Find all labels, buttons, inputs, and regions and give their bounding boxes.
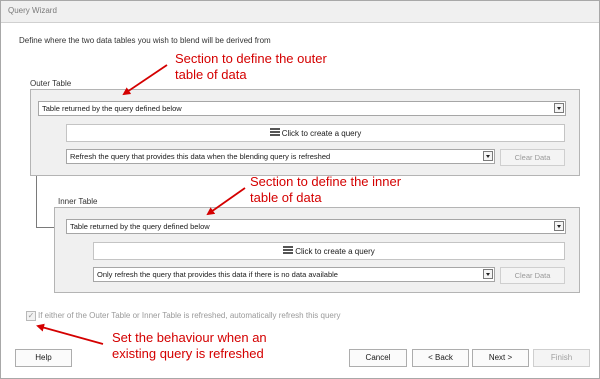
outer-annotation-line2: table of data — [175, 67, 247, 82]
behaviour-annotation-line2: existing query is refreshed — [112, 346, 264, 361]
inner-annotation-line2: table of data — [250, 190, 322, 205]
behaviour-annotation-line1: Set the behaviour when an — [112, 330, 267, 345]
behaviour-annotation-arrow — [36, 323, 104, 345]
inner-annotation-arrow — [206, 187, 246, 216]
outer-annotation-arrow — [122, 64, 168, 96]
outer-annotation-line1: Section to define the outer — [175, 51, 327, 66]
inner-annotation-line1: Section to define the inner — [250, 174, 402, 189]
